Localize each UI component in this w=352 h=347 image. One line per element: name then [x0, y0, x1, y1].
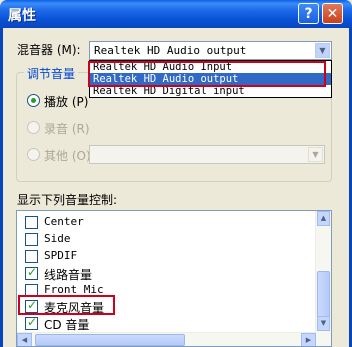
other-device-select: ▼ — [89, 145, 325, 164]
horizontal-scrollbar[interactable]: ◀ ▶ — [17, 332, 316, 346]
window-title: 属性 — [8, 8, 36, 24]
other-radio — [27, 148, 40, 161]
mixer-select[interactable]: Realtek HD Audio output ▼ — [89, 41, 332, 60]
close-button[interactable]: ✕ — [322, 3, 343, 24]
item-label: SPDIF — [44, 249, 78, 262]
checkbox-side[interactable] — [25, 233, 38, 246]
item-label: CD 音量 — [44, 318, 90, 332]
mixer-selected-value: Realtek HD Audio output — [94, 44, 247, 57]
item-label: 线路音量 — [44, 268, 93, 282]
scroll-up-icon[interactable]: ▲ — [317, 211, 330, 226]
vertical-scrollbar[interactable]: ▲ ▼ — [315, 211, 331, 346]
annotation-highlight-box — [88, 61, 326, 87]
controls-list[interactable]: Center Side SPDIF ✓ 线路音量 Front Mic ✓ 麦克风… — [16, 210, 332, 347]
scroll-thumb[interactable] — [35, 334, 185, 346]
item-label: Side — [44, 232, 71, 245]
checkbox-center[interactable] — [25, 216, 38, 229]
volume-group-title: 调节音量 — [24, 65, 79, 82]
annotation-highlight-box — [18, 295, 115, 315]
chevron-down-icon: ▼ — [308, 147, 323, 162]
checkbox-cd-volume[interactable]: ✓ — [25, 315, 38, 330]
scroll-left-icon[interactable]: ◀ — [17, 333, 32, 346]
close-icon: ✕ — [326, 6, 339, 22]
item-label: Center — [44, 215, 84, 228]
checkbox-spdif[interactable] — [25, 250, 38, 263]
scroll-down-icon[interactable]: ▼ — [317, 316, 330, 331]
mixer-label: 混音器 (M): — [17, 43, 81, 57]
help-icon: ? — [304, 6, 313, 22]
controls-label: 显示下列音量控制: — [17, 193, 118, 207]
scroll-right-icon[interactable]: ▶ — [301, 333, 316, 346]
title-bar[interactable]: 属性 ? ✕ — [0, 0, 352, 28]
playback-label: 播放 (P) — [44, 95, 89, 109]
other-label: 其他 (O) — [44, 149, 91, 163]
playback-radio[interactable] — [27, 94, 40, 107]
chevron-down-icon[interactable]: ▼ — [315, 43, 330, 58]
checkbox-line-volume[interactable]: ✓ — [25, 265, 38, 280]
record-label: 录音 (R) — [44, 122, 90, 136]
check-icon: ✓ — [27, 265, 38, 279]
check-icon: ✓ — [27, 315, 38, 329]
help-button[interactable]: ? — [298, 3, 319, 24]
record-radio — [27, 121, 40, 134]
